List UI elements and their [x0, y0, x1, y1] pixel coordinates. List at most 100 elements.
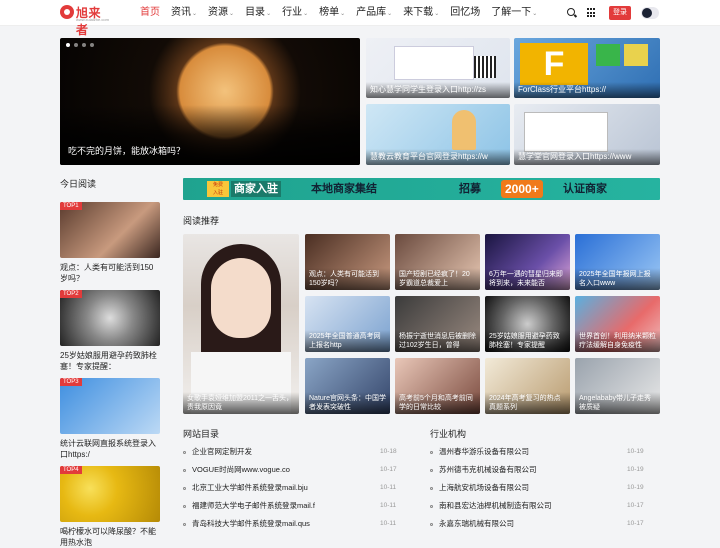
reading-card-caption: 2024年高考复习的热点真题系列 — [485, 392, 570, 414]
slider-dot[interactable] — [66, 43, 70, 47]
list-item-label: 上海航安机场设备有限公司 — [439, 483, 529, 492]
reading-card-caption: Nature官网头条：中国学者发表突破性 — [305, 392, 390, 414]
article-thumbnail: TOP4 — [60, 466, 160, 522]
site-logo[interactable]: 旭来者 www.xulaizhe.com — [60, 3, 112, 37]
theme-toggle[interactable] — [641, 7, 659, 19]
list-item-link[interactable]: 北京工业大学邮件系统登录mail.bju — [183, 480, 308, 496]
reading-card[interactable]: 25岁姑娘服用避孕药致肺栓塞！专家提醒 — [485, 296, 570, 352]
slider-dot[interactable] — [90, 43, 94, 47]
list-item-date: 10-17 — [627, 502, 644, 509]
nav-item-label: 目录 — [245, 7, 266, 18]
today-reading-item[interactable]: TOP2 25岁姑娘服用避孕药致肺栓塞！专家提醒： — [60, 290, 160, 372]
nav-item-label: 榜单 — [319, 7, 340, 18]
rank-badge: TOP3 — [60, 378, 82, 386]
reading-card[interactable]: 观点：人类有可能活到150岁吗？ — [305, 234, 390, 290]
qr-code-icon — [474, 56, 496, 78]
hero-caption[interactable]: 吃不完的月饼，能放冰箱吗？ — [68, 144, 185, 157]
nav-item-label: 产品库 — [356, 7, 387, 18]
today-reading-item[interactable]: TOP1 观点：人类有可能活到150岁吗？ — [60, 202, 160, 284]
nav-item[interactable]: 首页 — [140, 0, 160, 26]
bullet-icon — [183, 468, 186, 472]
reading-card-caption: 6万年一遇的彗星归来即将到来，未来能否 — [485, 268, 570, 290]
reading-card-caption: 观点：人类有可能活到150岁吗？ — [305, 268, 390, 290]
nav-item[interactable]: 来下载⌄ — [403, 0, 439, 26]
nav-item[interactable]: 目录⌄ — [245, 0, 271, 26]
banner-text: 认证商家 — [563, 183, 607, 195]
today-reading-item[interactable]: TOP3 统计云联网直报系统登录入口https:/ — [60, 378, 160, 460]
list-item-link[interactable]: VOGUE时尚网www.vogue.co — [183, 462, 290, 478]
reading-recommend-title: 阅读推荐 — [183, 216, 220, 226]
app-grid-icon[interactable] — [587, 8, 597, 18]
reading-card[interactable]: 2025年全国普通高考网上报名http — [305, 296, 390, 352]
reading-card[interactable]: 6万年一遇的彗星归来即将到来，未来能否 — [485, 234, 570, 290]
rank-badge: TOP4 — [60, 466, 82, 474]
nav-item-label: 行业 — [282, 7, 303, 18]
chevron-down-icon: ⌄ — [532, 11, 538, 17]
nav-item[interactable]: 榜单⌄ — [319, 0, 345, 26]
hero-tile-education[interactable]: 慧教云教育平台官网登录https://w — [366, 104, 510, 165]
reading-card[interactable]: Angelababy带儿子走秀被质疑 — [575, 358, 660, 414]
reading-card[interactable]: 高考前5个月和高考前同学的日常比较 — [395, 358, 480, 414]
list-item-link[interactable]: 上海航安机场设备有限公司 — [430, 480, 529, 496]
top-header: 旭来者 www.xulaizhe.com 首页 资讯⌄ 资源⌄ 目录⌄ 行业⌄ 榜单⌄ 产品… — [0, 0, 720, 37]
main-nav: 首页 资讯⌄ 资源⌄ 目录⌄ 行业⌄ 榜单⌄ 产品库⌄ 来下载⌄ 回忆场 了解一下⌄ — [140, 0, 548, 26]
nav-item-label: 资源 — [208, 7, 229, 18]
logo-mark-icon — [60, 5, 74, 19]
slider-dot[interactable] — [74, 43, 78, 47]
bullet-icon — [183, 450, 186, 454]
banner-text: 商家入驻 — [231, 181, 281, 197]
hero-slider[interactable]: 吃不完的月饼，能放冰箱吗？ — [60, 38, 360, 165]
today-reading-item[interactable]: TOP4 喝柠檬水可以降尿酸？不能用热水泡 — [60, 466, 160, 548]
cartoon-illustration — [452, 110, 476, 150]
website-screenshot-image — [524, 112, 608, 152]
list-item-link[interactable]: 青岛科技大学邮件系统登录mail.qus — [183, 516, 310, 532]
list-item-link[interactable]: 福建师范大学电子邮件系统登录mail.f — [183, 498, 315, 514]
nav-item[interactable]: 资讯⌄ — [171, 0, 197, 26]
list-item-link[interactable]: 南和县宏达油桿机械制造有限公司 — [430, 498, 552, 514]
nav-item[interactable]: 了解一下⌄ — [491, 0, 537, 26]
list-item-date: 10-19 — [627, 466, 644, 473]
reading-card[interactable]: 2025年全国年报网上报名入口www — [575, 234, 660, 290]
bullet-icon — [430, 450, 433, 454]
hero-tile-forclass[interactable]: F ForClass行业平台https:// — [514, 38, 660, 98]
nav-item[interactable]: 资源⌄ — [208, 0, 234, 26]
reading-card[interactable]: 国产短剧已经疯了！20岁霸道总裁爱上 — [395, 234, 480, 290]
nav-item-label: 来下载 — [403, 7, 434, 18]
website-directory-title: 网站目录 — [183, 429, 220, 439]
industry-title: 行业机构 — [430, 429, 467, 439]
login-button[interactable]: 登录 — [609, 6, 631, 20]
reading-card[interactable]: 世界首创！利用纳米颗粒疗法缓解自身免疫性 — [575, 296, 660, 352]
list-item-link[interactable]: 温州春华游乐设备有限公司 — [430, 444, 529, 460]
reading-card-caption: 女歌手袁娅维加盟2011之一舌头，责我原因竟 — [183, 392, 299, 414]
merchant-banner-ad[interactable]: 免费 入驻 商家入驻 本地商家集结 招募 2000+ 认证商家 — [183, 178, 660, 200]
rank-badge: TOP1 — [60, 202, 82, 210]
article-thumbnail: TOP2 — [60, 290, 160, 346]
nav-item[interactable]: 产品库⌄ — [356, 0, 392, 26]
article-title: 观点：人类有可能活到150岁吗？ — [60, 263, 154, 283]
nav-item[interactable]: 回忆场 — [450, 0, 480, 26]
chevron-down-icon: ⌄ — [303, 11, 309, 17]
chevron-down-icon: ⌄ — [266, 11, 272, 17]
list-item-label: VOGUE时尚网www.vogue.co — [192, 465, 290, 474]
nav-item[interactable]: 行业⌄ — [282, 0, 308, 26]
reading-card[interactable]: 杨振宁逝世消息后被删除过102岁生日，曾得 — [395, 296, 480, 352]
reading-card[interactable]: 2024年高考复习的热点真题系列 — [485, 358, 570, 414]
list-item-label: 苏州德韦克机械设备有限公司 — [439, 465, 537, 474]
list-item-label: 南和县宏达油桿机械制造有限公司 — [439, 501, 552, 510]
search-icon[interactable] — [567, 8, 577, 18]
reading-card-featured[interactable]: 女歌手袁娅维加盟2011之一舌头，责我原因竟 — [183, 234, 299, 414]
reading-card-caption: 25岁姑娘服用避孕药致肺栓塞！专家提醒 — [485, 330, 570, 352]
reading-card-caption: Angelababy带儿子走秀被质疑 — [575, 392, 660, 414]
list-item-link[interactable]: 永嘉东瑞机械有限公司 — [430, 516, 514, 532]
hero-tile-login[interactable]: 知心慧学同学生登录入口http://zs — [366, 38, 510, 98]
slider-dot[interactable] — [82, 43, 86, 47]
list-item-date: 10-17 — [380, 466, 397, 473]
logo-domain: www.xulaizhe.com — [76, 17, 109, 22]
hero-tile-study[interactable]: 慧学堂官网登录入口https://www — [514, 104, 660, 165]
list-item-link[interactable]: 苏州德韦克机械设备有限公司 — [430, 462, 537, 478]
reading-card[interactable]: Nature官网头条：中国学者发表突破性 — [305, 358, 390, 414]
list-item-link[interactable]: 企业官网定制开发 — [183, 444, 252, 460]
app-icon — [624, 44, 648, 66]
list-item-label: 永嘉东瑞机械有限公司 — [439, 519, 514, 528]
list-item-label: 企业官网定制开发 — [192, 447, 252, 456]
